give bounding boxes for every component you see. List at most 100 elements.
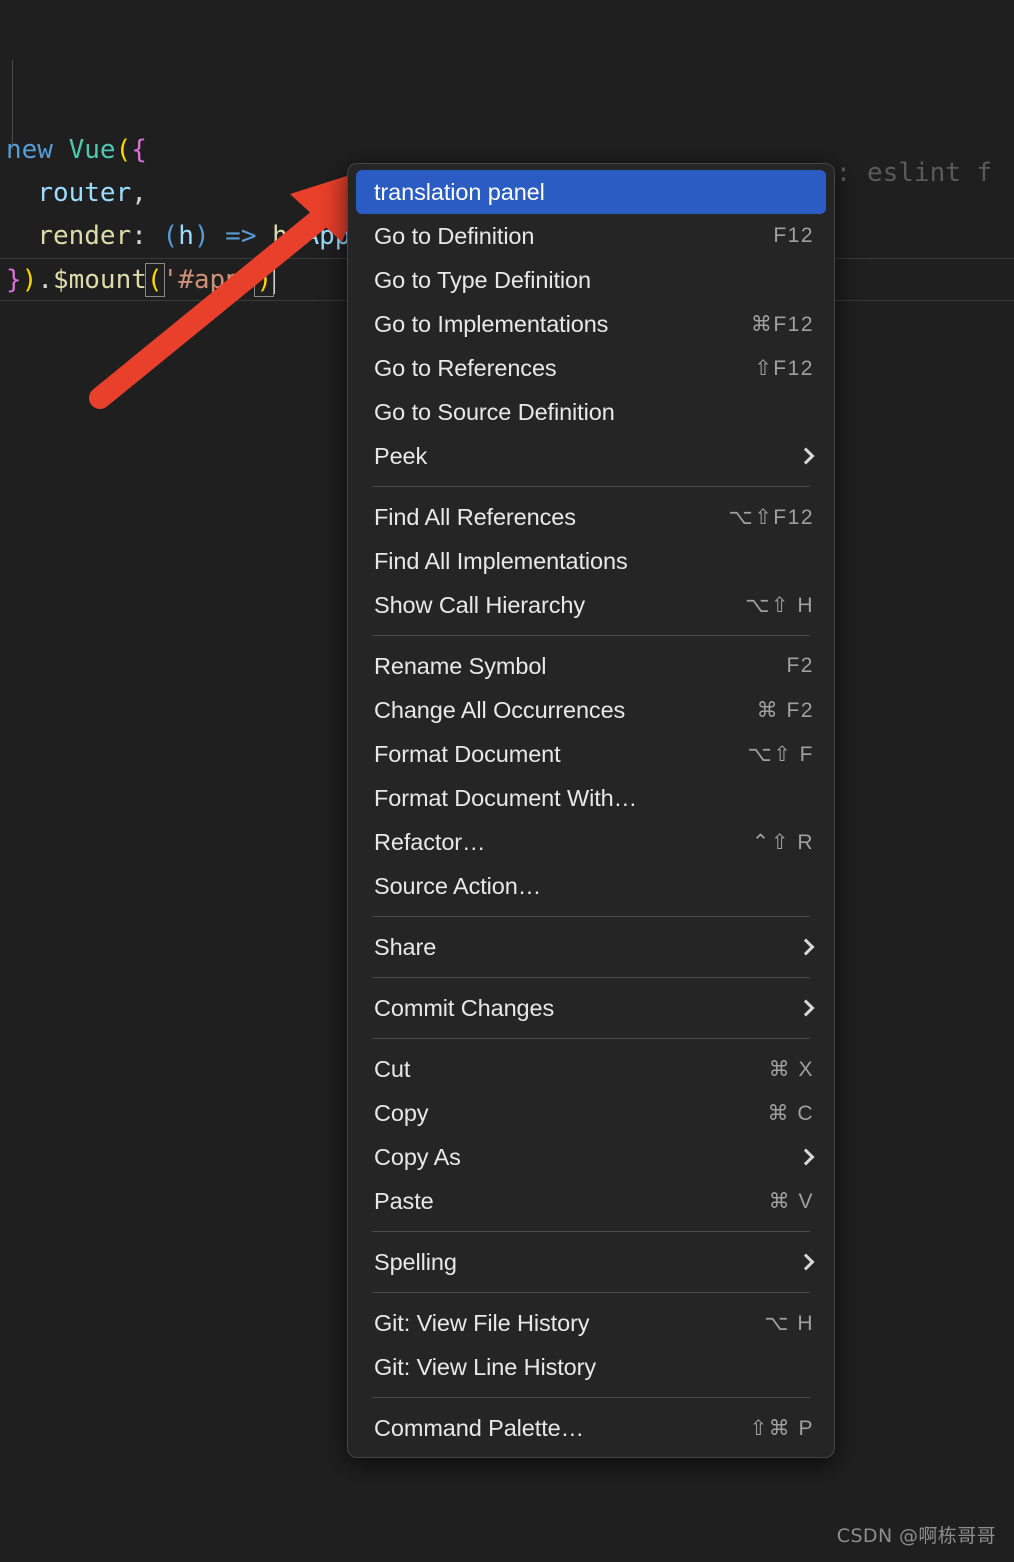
code-token: (	[162, 221, 179, 251]
chevron-right-icon	[798, 1149, 814, 1165]
menu-item-label: Format Document	[374, 740, 561, 767]
menu-item-go-to-type-definition[interactable]: Go to Type Definition	[348, 258, 834, 302]
menu-item-label: Share	[374, 933, 437, 960]
menu-item-label: Cut	[374, 1055, 411, 1082]
menu-item-label: Peek	[374, 442, 428, 469]
menu-item-translation-panel[interactable]: translation panel	[356, 170, 826, 214]
menu-item-label: Go to Source Definition	[374, 398, 615, 425]
menu-item-label: Spelling	[374, 1248, 457, 1275]
menu-item-shortcut: F12	[773, 224, 814, 247]
menu-item-label: Copy	[374, 1099, 429, 1126]
menu-item-label: Go to Type Definition	[374, 266, 591, 293]
menu-item-label: Source Action…	[374, 872, 542, 899]
menu-item-label: Refactor…	[374, 828, 486, 855]
menu-item-go-to-definition[interactable]: Go to Definition F12	[348, 214, 834, 258]
menu-item-label: Rename Symbol	[374, 652, 547, 679]
menu-item-paste[interactable]: Paste ⌘ V	[348, 1179, 834, 1223]
menu-item-cut[interactable]: Cut ⌘ X	[348, 1047, 834, 1091]
menu-separator	[372, 1397, 810, 1398]
code-token: Vue	[68, 135, 116, 165]
code-token: render	[37, 221, 132, 251]
code-token: ,	[131, 178, 147, 208]
editor-context-menu[interactable]: translation panel Go to Definition F12 Go t…	[347, 163, 835, 1458]
text-caret	[273, 264, 276, 294]
code-token: )	[254, 263, 275, 297]
chevron-right-icon	[798, 939, 814, 955]
menu-item-change-all-occurrences[interactable]: Change All Occurrences ⌘ F2	[348, 688, 834, 732]
code-token: )	[21, 265, 38, 295]
code-token: (	[287, 221, 304, 251]
menu-item-label: Git: View Line History	[374, 1353, 597, 1380]
menu-item-shortcut: ⌘ C	[767, 1101, 814, 1125]
menu-item-rename-symbol[interactable]: Rename Symbol F2	[348, 644, 834, 688]
menu-separator	[372, 1038, 810, 1039]
menu-item-show-call-hierarchy[interactable]: Show Call Hierarchy ⌥⇧ H	[348, 583, 834, 627]
menu-item-command-palette[interactable]: Command Palette… ⇧⌘ P	[348, 1406, 834, 1450]
code-token: App	[303, 221, 351, 251]
menu-item-label: Command Palette…	[374, 1414, 584, 1441]
menu-item-label: Git: View File History	[374, 1309, 590, 1336]
code-token: }	[6, 265, 22, 295]
menu-item-label: Format Document With…	[374, 784, 637, 811]
menu-item-shortcut: ⌥ H	[764, 1311, 814, 1335]
menu-item-shortcut: ⌘ F2	[756, 698, 814, 722]
menu-item-commit-changes[interactable]: Commit Changes	[348, 986, 834, 1030]
menu-item-shortcut: ⌘F12	[750, 312, 814, 336]
code-token: (	[144, 263, 165, 297]
menu-item-label: Copy As	[374, 1143, 461, 1170]
code-token: h	[272, 221, 288, 251]
menu-separator	[372, 916, 810, 917]
menu-item-label: Paste	[374, 1187, 434, 1214]
chevron-right-icon	[798, 448, 814, 464]
menu-item-label: translation panel	[374, 178, 545, 205]
menu-item-shortcut: ⌃⇧ R	[751, 830, 814, 854]
menu-item-peek[interactable]: Peek	[348, 434, 834, 478]
menu-item-go-to-references[interactable]: Go to References ⇧F12	[348, 346, 834, 390]
menu-item-shortcut: ⌥⇧ H	[745, 593, 814, 617]
code-token: :	[131, 221, 163, 251]
code-token: h	[178, 221, 194, 251]
chevron-right-icon	[798, 1000, 814, 1016]
menu-item-label: Go to Implementations	[374, 310, 609, 337]
menu-item-shortcut: ⌘ X	[768, 1057, 814, 1081]
menu-item-go-to-implementations[interactable]: Go to Implementations ⌘F12	[348, 302, 834, 346]
menu-item-label: Go to Definition	[374, 222, 535, 249]
menu-item-label: Find All Implementations	[374, 547, 628, 574]
menu-item-spelling[interactable]: Spelling	[348, 1240, 834, 1284]
watermark-label: CSDN @啊栋哥哥	[836, 1525, 996, 1547]
menu-item-label: Find All References	[374, 503, 576, 530]
menu-item-source-action[interactable]: Source Action…	[348, 864, 834, 908]
menu-item-shortcut: ⌥⇧F12	[728, 505, 814, 529]
menu-separator	[372, 977, 810, 978]
menu-item-shortcut: ⇧F12	[754, 356, 814, 380]
menu-item-share[interactable]: Share	[348, 925, 834, 969]
menu-item-go-to-source-definition[interactable]: Go to Source Definition	[348, 390, 834, 434]
code-token: )	[193, 221, 210, 251]
menu-item-git-view-file-history[interactable]: Git: View File History ⌥ H	[348, 1301, 834, 1345]
menu-item-label: Go to References	[374, 354, 557, 381]
menu-item-copy[interactable]: Copy ⌘ C	[348, 1091, 834, 1135]
menu-item-shortcut: ⌘ V	[768, 1189, 814, 1213]
menu-item-shortcut: F2	[786, 654, 814, 677]
menu-item-shortcut: ⇧⌘ P	[749, 1416, 814, 1440]
inline-eslint-hint: e: eslint f	[820, 158, 993, 188]
menu-item-refactor[interactable]: Refactor… ⌃⇧ R	[348, 820, 834, 864]
code-token: {	[131, 135, 147, 165]
menu-item-find-all-implementations[interactable]: Find All Implementations	[348, 539, 834, 583]
menu-separator	[372, 1231, 810, 1232]
menu-item-copy-as[interactable]: Copy As	[348, 1135, 834, 1179]
chevron-right-icon	[798, 1254, 814, 1270]
code-token: router	[37, 178, 132, 208]
menu-item-find-all-references[interactable]: Find All References ⌥⇧F12	[348, 495, 834, 539]
menu-item-shortcut: ⌥⇧ F	[747, 742, 814, 766]
menu-item-git-view-line-history[interactable]: Git: View Line History	[348, 1345, 834, 1389]
menu-item-format-document-with[interactable]: Format Document With…	[348, 776, 834, 820]
code-token: =>	[225, 221, 257, 251]
menu-item-format-document[interactable]: Format Document ⌥⇧ F	[348, 732, 834, 776]
menu-item-label: Commit Changes	[374, 994, 555, 1021]
